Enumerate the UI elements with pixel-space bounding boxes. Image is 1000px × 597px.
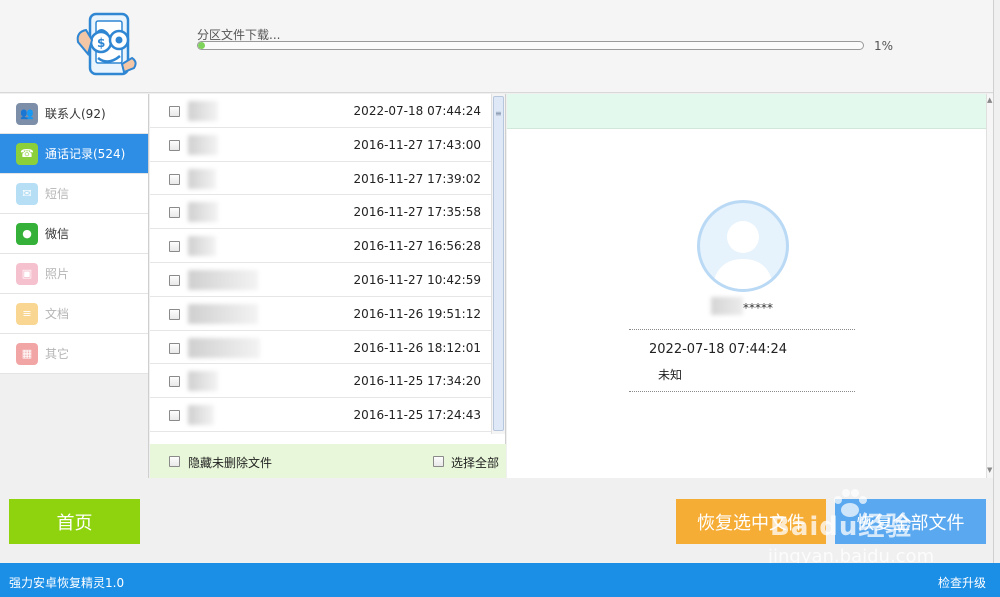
contact-blurred — [188, 236, 216, 257]
table-row[interactable]: 2016-11-27 17:35:58 — [150, 195, 491, 230]
sidebar-item[interactable]: ≡ 文档 — [0, 294, 148, 334]
sidebar-item-label: 其它 — [45, 347, 70, 361]
photo-icon: ▣ — [16, 262, 38, 285]
download-progress-bar — [197, 41, 864, 50]
row-checkbox[interactable] — [169, 342, 180, 354]
wechat-icon: ● — [16, 222, 38, 245]
contact-blurred — [188, 202, 218, 223]
document-icon: ≡ — [16, 302, 38, 325]
row-datetime: 2016-11-27 10:42:59 — [353, 272, 481, 287]
row-checkbox[interactable] — [169, 308, 180, 320]
row-datetime: 2016-11-26 19:51:12 — [353, 306, 481, 321]
list-footer: 隐藏未删除文件 选择全部 — [150, 444, 506, 478]
app-logo-icon: $ — [74, 12, 144, 78]
table-row[interactable]: 2016-11-25 17:34:20 — [150, 364, 491, 399]
table-row[interactable]: 2016-11-26 19:51:12 — [150, 297, 491, 331]
row-datetime: 2016-11-26 18:12:01 — [353, 340, 481, 355]
table-row[interactable]: 2016-11-27 17:39:02 — [150, 162, 491, 196]
recover-all-button[interactable]: 恢复全部文件 — [835, 499, 986, 544]
contact-blurred — [188, 168, 216, 189]
table-row[interactable]: 2016-11-27 16:56:28 — [150, 229, 491, 263]
check-update-link[interactable]: 检查升级 — [938, 574, 986, 591]
sidebar-item-label: 联系人(92) — [45, 107, 106, 121]
row-datetime: 2016-11-25 17:24:43 — [353, 408, 481, 423]
sidebar-item[interactable]: ▦ 其它 — [0, 334, 148, 374]
row-checkbox[interactable] — [169, 139, 180, 151]
list-scrollbar[interactable]: ≡ — [491, 94, 505, 434]
contact-blurred — [188, 269, 258, 290]
call-datetime: 2022-07-18 07:44:24 — [649, 342, 788, 357]
sidebar-item[interactable]: ▣ 照片 — [0, 254, 148, 294]
home-button[interactable]: 首页 — [9, 499, 140, 544]
sidebar-item-label: 短信 — [45, 187, 70, 201]
row-datetime: 2016-11-27 17:35:58 — [353, 205, 481, 220]
row-datetime: 2016-11-27 16:56:28 — [353, 239, 481, 254]
scroll-up-icon[interactable]: ▲ — [987, 96, 992, 104]
call-log-list: 2022-07-18 07:44:24 2016-11-27 17:43:00 20… — [150, 94, 506, 478]
call-status: 未知 — [658, 368, 683, 382]
recover-selected-button[interactable]: 恢复选中文件 — [676, 499, 826, 544]
select-all-label[interactable]: 选择全部 — [451, 454, 499, 471]
sms-icon: ✉ — [16, 182, 38, 205]
row-checkbox[interactable] — [169, 241, 180, 253]
table-row[interactable]: 2022-07-18 07:44:24 — [150, 94, 491, 128]
row-checkbox[interactable] — [169, 376, 180, 388]
phone-log-icon: ☎ — [16, 142, 38, 165]
scrollbar-grip-icon: ≡ — [495, 109, 502, 118]
sidebar-item-label: 照片 — [45, 267, 70, 281]
sidebar-item[interactable]: 👥 联系人(92) — [0, 94, 148, 134]
row-checkbox[interactable] — [169, 274, 180, 286]
contact-blurred — [188, 303, 258, 324]
row-checkbox[interactable] — [169, 410, 180, 422]
call-detail-pane: ***** 2022-07-18 07:44:24 未知 ▲ ▼ — [507, 94, 993, 478]
other-icon: ▦ — [16, 342, 38, 365]
select-all-checkbox[interactable] — [433, 456, 444, 467]
contact-number-blurred — [711, 297, 743, 315]
hide-undeleted-label[interactable]: 隐藏未删除文件 — [188, 454, 272, 471]
status-bar: 强力安卓恢复精灵1.0 检查升级 — [0, 563, 1000, 597]
table-row[interactable]: 2016-11-27 10:42:59 — [150, 263, 491, 297]
contact-blurred — [188, 405, 214, 426]
sidebar-item[interactable]: ● 微信 — [0, 214, 148, 254]
divider — [629, 329, 855, 330]
row-datetime: 2016-11-25 17:34:20 — [353, 374, 481, 389]
scroll-down-icon[interactable]: ▼ — [987, 466, 992, 474]
row-checkbox[interactable] — [169, 173, 180, 185]
table-row[interactable]: 2016-11-27 17:43:00 — [150, 128, 491, 162]
table-row[interactable]: 2016-11-26 18:12:01 — [150, 331, 491, 365]
sidebar-item-label: 文档 — [45, 307, 70, 321]
call-log-rows: 2022-07-18 07:44:24 2016-11-27 17:43:00 20… — [150, 94, 491, 434]
row-datetime: 2022-07-18 07:44:24 — [353, 104, 481, 118]
sidebar-item[interactable]: ✉ 短信 — [0, 174, 148, 214]
table-row[interactable]: 2016-11-25 17:24:43 — [150, 398, 491, 432]
list-scrollbar-thumb[interactable] — [493, 96, 504, 431]
divider — [629, 391, 855, 392]
contact-avatar-icon — [697, 200, 789, 292]
detail-header — [507, 94, 986, 129]
sidebar-item[interactable]: ☎ 通话记录(524) — [0, 134, 148, 174]
contacts-icon: 👥 — [16, 102, 38, 125]
hide-undeleted-checkbox[interactable] — [169, 456, 180, 467]
row-datetime: 2016-11-27 17:43:00 — [353, 137, 481, 152]
download-progress-fill — [198, 42, 205, 49]
header-bar: $ 分区文件下载... 1% — [0, 0, 1000, 93]
row-checkbox[interactable] — [169, 106, 180, 117]
window-edge — [993, 0, 1000, 563]
progress-percent: 1% — [874, 39, 894, 53]
sidebar-item-label: 微信 — [45, 227, 70, 241]
row-checkbox[interactable] — [169, 207, 180, 219]
svg-text:$: $ — [97, 36, 105, 50]
contact-blurred — [188, 371, 218, 392]
sidebar-item-label: 通话记录(524) — [45, 147, 126, 161]
contact-blurred — [188, 101, 218, 121]
contact-blurred — [188, 134, 218, 155]
row-datetime: 2016-11-27 17:39:02 — [353, 171, 481, 186]
app-name: 强力安卓恢复精灵1.0 — [9, 576, 125, 590]
category-sidebar: 👥 联系人(92) ☎ 通话记录(524) ✉ 短信 ● 微信 ▣ 照片 ≡ 文档 ▦ 其它 — [0, 94, 149, 478]
contact-blurred — [188, 337, 260, 358]
contact-number: ***** — [743, 301, 773, 315]
detail-scrollbar[interactable]: ▲ ▼ — [986, 94, 993, 478]
